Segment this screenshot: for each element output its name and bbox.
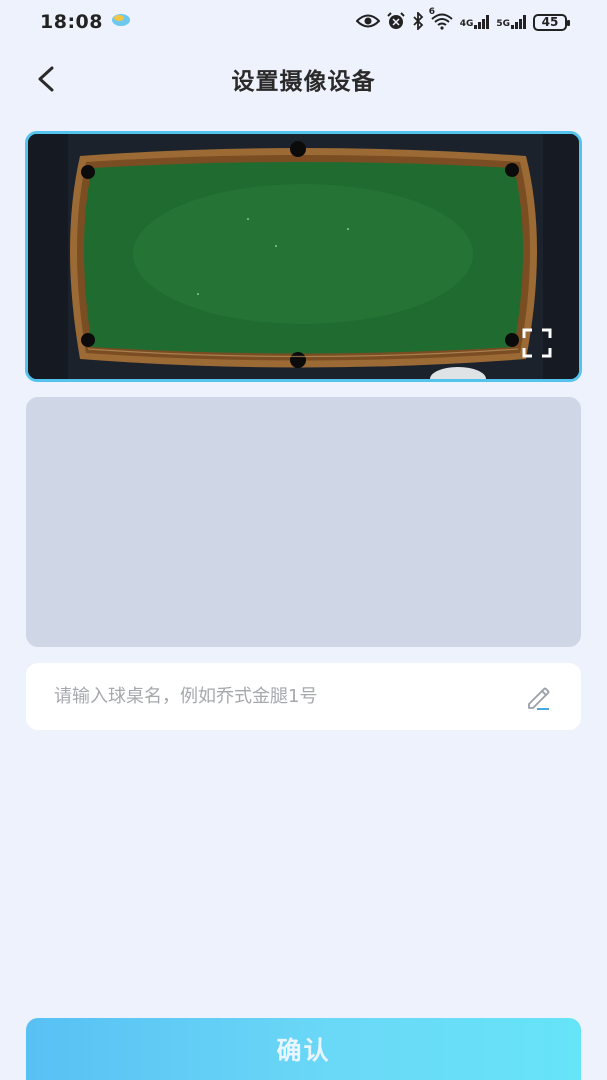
status-bar: 18:08 6 4G 5G 45 [0, 0, 607, 44]
header: 设置摄像设备 [0, 52, 607, 106]
network-4g-label: 4G [459, 19, 474, 29]
preview-placeholder-panel [26, 397, 581, 647]
signal-4g-icon: 4G [460, 15, 491, 29]
status-right: 6 4G 5G 45 [355, 7, 570, 33]
camera-preview[interactable] [25, 131, 582, 382]
battery-level: 45 [541, 15, 559, 29]
battery-icon: 45 [533, 13, 570, 31]
wifi-icon: 6 [429, 7, 454, 33]
page-title: 设置摄像设备 [231, 69, 376, 95]
table-name-input[interactable] [54, 686, 523, 707]
status-left: 18:08 [40, 11, 131, 33]
fullscreen-icon [522, 328, 552, 358]
app-notification-icon [111, 12, 131, 32]
confirm-button[interactable]: 确认 [26, 1018, 581, 1080]
camera-feed-image [28, 134, 579, 379]
table-name-field[interactable] [26, 663, 581, 730]
fullscreen-button[interactable] [521, 327, 553, 359]
status-time: 18:08 [40, 11, 103, 33]
network-5g-label: 5G [496, 19, 510, 29]
chevron-left-icon [38, 66, 54, 92]
pencil-icon[interactable] [523, 682, 553, 712]
alarm-icon [386, 11, 406, 33]
bluetooth-icon [412, 10, 424, 33]
signal-5g-icon: 5G [496, 15, 527, 29]
back-button[interactable] [32, 64, 62, 94]
eye-icon [355, 13, 381, 32]
wifi-badge: 6 [428, 6, 435, 17]
